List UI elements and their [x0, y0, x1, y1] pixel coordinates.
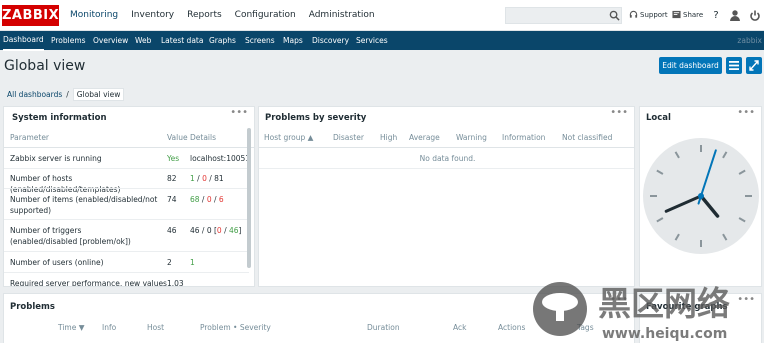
row-param: Number of items (enabled/disabled/not su…	[10, 195, 158, 215]
col-ack: Ack	[453, 323, 467, 332]
clock-center	[698, 193, 704, 199]
col-host: Host	[147, 323, 165, 332]
search-icon[interactable]	[609, 10, 620, 21]
user-icon[interactable]	[729, 9, 741, 22]
row-details: 1 / 0 / 81	[190, 174, 224, 183]
share-link[interactable]: Share	[672, 10, 703, 19]
menu-monitoring[interactable]: Monitoring	[70, 0, 118, 31]
col-not-classified: Not classified	[562, 133, 613, 142]
col-actions: Actions	[498, 323, 526, 332]
share-icon	[672, 10, 681, 19]
breadcrumb: All dashboards / Global view	[7, 88, 125, 101]
row-details: 68 / 0 / 6	[190, 195, 224, 204]
row-value: 74	[167, 195, 177, 204]
menu-administration[interactable]: Administration	[309, 0, 375, 31]
row-details: 46 / 0 [0 / 46]	[190, 226, 242, 235]
submenu-graphs[interactable]: Graphs	[209, 31, 236, 50]
share-label: Share	[683, 10, 704, 19]
col-time[interactable]: Time ▼	[58, 323, 85, 332]
no-data-message: No data found.	[419, 154, 476, 163]
zabbix-logo[interactable]: ZABBIX	[2, 5, 59, 26]
row-param: Number of hosts (enabled/disabled/templa…	[10, 174, 121, 194]
breadcrumb-current[interactable]: Global view	[72, 88, 125, 101]
page-title: Global view	[4, 58, 86, 74]
watermark-url: www.heiqu.com	[602, 326, 727, 342]
col-value: Value	[167, 133, 188, 142]
menu-reports[interactable]: Reports	[187, 0, 222, 31]
col-host-group[interactable]: Host group ▲	[264, 133, 313, 142]
watermark-logo: 黑区网络 www.heiqu.com	[533, 282, 730, 342]
col-details: Details	[190, 133, 217, 142]
row-value: Yes	[167, 154, 180, 163]
search-input[interactable]	[505, 7, 622, 24]
submenu-problems[interactable]: Problems	[51, 31, 86, 50]
system-information-widget: System information ••• Parameter Value D…	[3, 106, 255, 287]
row-param: Number of users (online)	[10, 258, 104, 267]
row-param: Required server performance, new values …	[10, 279, 170, 287]
col-duration: Duration	[367, 323, 400, 332]
col-parameter: Parameter	[10, 133, 50, 142]
breadcrumb-separator: /	[66, 90, 69, 99]
widget-title: Problems by severity	[265, 113, 367, 123]
watermark-text: 黑区网络	[598, 284, 730, 323]
widget-title: Local	[646, 113, 671, 123]
submenu-screens[interactable]: Screens	[245, 31, 275, 50]
submenu-maps[interactable]: Maps	[283, 31, 303, 50]
col-high: High	[380, 133, 398, 142]
menu-configuration[interactable]: Configuration	[235, 0, 296, 31]
row-value: 82	[167, 174, 177, 183]
submenu-services[interactable]: Services	[356, 31, 388, 50]
menu-icon	[729, 61, 739, 70]
col-info: Info	[102, 323, 117, 332]
col-problem-severity: Problem • Severity	[200, 323, 271, 332]
widget-options-icon[interactable]: •••	[230, 107, 248, 118]
breadcrumb-all-dashboards[interactable]: All dashboards	[7, 90, 62, 99]
submenu-web[interactable]: Web	[135, 31, 151, 50]
fullscreen-button[interactable]	[746, 57, 762, 74]
headset-icon	[629, 10, 638, 18]
local-clock-widget: Local •••	[639, 106, 762, 287]
scrollbar[interactable]	[247, 128, 251, 268]
submenu-dashboard[interactable]: Dashboard	[3, 31, 44, 51]
widget-options-icon[interactable]: •••	[610, 107, 628, 118]
row-details: 1	[190, 258, 195, 267]
support-label: Support	[640, 10, 668, 19]
col-average: Average	[409, 133, 440, 142]
sub-menu: Dashboard Problems Overview Web Latest d…	[0, 31, 764, 51]
fullscreen-icon	[749, 60, 759, 71]
row-details: localhost:10051	[190, 154, 251, 163]
col-warning: Warning	[456, 133, 487, 142]
clock-face	[643, 138, 759, 254]
widget-title: System information	[12, 113, 107, 123]
row-value: 2	[167, 258, 172, 267]
widget-title: Problems	[10, 302, 55, 312]
brand-label: zabbix	[737, 36, 762, 45]
row-param: Number of triggers (enabled/disabled [pr…	[10, 226, 131, 246]
row-value: 46	[167, 226, 177, 235]
edit-dashboard-button[interactable]: Edit dashboard	[659, 57, 722, 74]
menu-inventory[interactable]: Inventory	[131, 0, 174, 31]
submenu-discovery[interactable]: Discovery	[312, 31, 349, 50]
problems-by-severity-widget: Problems by severity ••• Host group ▲ Di…	[258, 106, 635, 287]
row-param: Zabbix server is running	[10, 154, 102, 163]
col-disaster: Disaster	[333, 133, 364, 142]
power-icon[interactable]	[749, 9, 761, 22]
col-information: Information	[502, 133, 546, 142]
help-icon[interactable]: ?	[710, 9, 722, 22]
support-link[interactable]: Support	[629, 10, 668, 19]
widget-options-icon[interactable]: •••	[737, 107, 755, 118]
top-header: ZABBIX Monitoring Inventory Reports Conf…	[0, 0, 764, 31]
main-menu: Monitoring Inventory Reports Configurati…	[70, 0, 388, 31]
row-value: 1.03	[167, 279, 184, 287]
submenu-latest-data[interactable]: Latest data	[161, 31, 203, 50]
dashboard-menu-button[interactable]	[726, 57, 742, 74]
submenu-overview[interactable]: Overview	[93, 31, 128, 50]
